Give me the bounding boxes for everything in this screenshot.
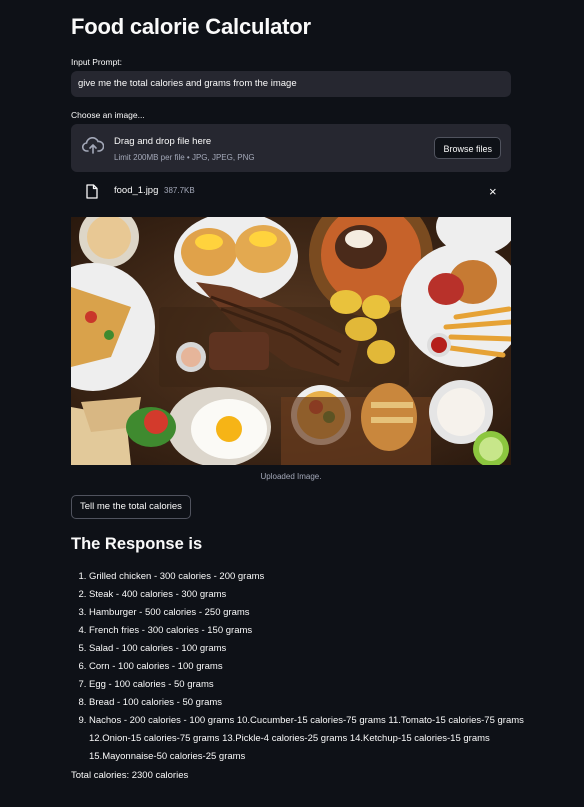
total-calories: Total calories: 2300 calories — [71, 770, 189, 781]
list-item: Nachos - 200 calories - 100 grams 10.Cuc… — [89, 712, 529, 766]
uploaded-file-size: 387.7KB — [164, 186, 195, 195]
page-title: Food calorie Calculator — [71, 14, 311, 39]
prompt-label: Input Prompt: — [71, 57, 123, 67]
list-item: Egg - 100 calories - 50 grams — [89, 676, 529, 694]
uploader-label: Choose an image... — [71, 110, 145, 120]
list-item: Salad - 100 calories - 100 grams — [89, 640, 529, 658]
list-item: Hamburger - 500 calories - 250 grams — [89, 604, 529, 622]
uploaded-file-name: food_1.jpg — [114, 185, 159, 196]
list-item: Bread - 100 calories - 50 grams — [89, 694, 529, 712]
browse-files-button[interactable]: Browse files — [434, 137, 501, 159]
dropzone-subtitle: Limit 200MB per file • JPG, JPEG, PNG — [114, 153, 255, 162]
list-item: Steak - 400 calories - 300 grams — [89, 586, 529, 604]
list-item: Grilled chicken - 300 calories - 200 gra… — [89, 568, 529, 586]
file-dropzone[interactable]: Drag and drop file here Limit 200MB per … — [71, 124, 511, 172]
file-icon — [86, 184, 98, 204]
submit-button[interactable]: Tell me the total calories — [71, 495, 191, 519]
close-icon[interactable]: × — [489, 184, 497, 199]
dropzone-title: Drag and drop file here — [114, 136, 212, 147]
prompt-input[interactable]: give me the total calories and grams fro… — [71, 71, 511, 97]
cloud-upload-icon — [81, 137, 105, 160]
uploaded-food-image — [71, 217, 511, 465]
list-item: Corn - 100 calories - 100 grams — [89, 658, 529, 676]
list-item: French fries - 300 calories - 150 grams — [89, 622, 529, 640]
response-heading: The Response is — [71, 535, 203, 553]
image-caption: Uploaded Image. — [260, 472, 322, 481]
response-list: Grilled chicken - 300 calories - 200 gra… — [71, 568, 529, 766]
